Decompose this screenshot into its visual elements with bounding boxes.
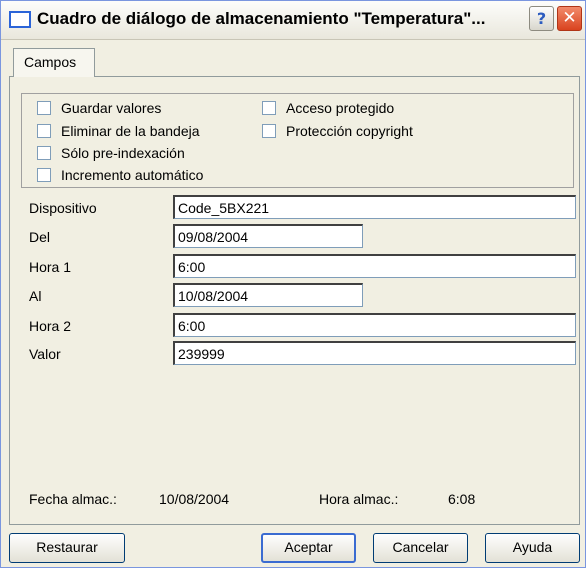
hora1-label: Hora 1 <box>29 259 72 275</box>
tab-campos[interactable]: Campos <box>13 48 95 77</box>
valor-field[interactable]: 239999 <box>173 341 576 365</box>
checkbox-label: Acceso protegido <box>286 100 395 116</box>
storage-dialog: Cuadro de diálogo de almacenamiento "Tem… <box>0 0 586 568</box>
checkbox-box[interactable] <box>37 101 51 115</box>
checkbox-label: Guardar valores <box>61 100 162 116</box>
checkbox-box[interactable] <box>262 124 276 138</box>
checkbox-label: Eliminar de la bandeja <box>61 123 200 139</box>
fecha-almac-label: Fecha almac.: <box>29 491 117 507</box>
al-date-field[interactable]: 10/08/2004 <box>173 283 363 307</box>
checkbox-label: Protección copyright <box>286 123 413 139</box>
checkbox-box[interactable] <box>37 124 51 138</box>
tab-label: Campos <box>24 54 77 70</box>
hora-almac-value: 6:08 <box>448 491 476 507</box>
dispositivo-field[interactable]: Code_5BX221 <box>173 195 576 219</box>
restaurar-button[interactable]: Restaurar <box>9 533 125 563</box>
hora2-label: Hora 2 <box>29 318 72 334</box>
window-title: Cuadro de diálogo de almacenamiento "Tem… <box>37 9 486 28</box>
aceptar-button[interactable]: Aceptar <box>261 533 356 563</box>
checkbox-box[interactable] <box>37 146 51 160</box>
al-label: Al <box>29 288 42 304</box>
del-label: Del <box>29 229 51 245</box>
valor-label: Valor <box>29 346 61 362</box>
fecha-almac-value: 10/08/2004 <box>159 491 230 507</box>
hora-almac-label: Hora almac.: <box>319 491 399 507</box>
checkbox-label: Incremento automático <box>61 167 204 183</box>
help-icon[interactable]: ? <box>529 6 554 31</box>
options-group: Guardar valores Eliminar de la bandeja S… <box>21 93 574 188</box>
hora2-field[interactable]: 6:00 <box>173 313 576 337</box>
cancelar-button[interactable]: Cancelar <box>373 533 468 563</box>
window-icon <box>9 11 31 28</box>
checkbox-box[interactable] <box>262 101 276 115</box>
ayuda-button[interactable]: Ayuda <box>485 533 580 563</box>
del-date-field[interactable]: 09/08/2004 <box>173 224 363 248</box>
dispositivo-label: Dispositivo <box>29 200 97 216</box>
title-bar[interactable]: Cuadro de diálogo de almacenamiento "Tem… <box>1 1 585 40</box>
close-icon[interactable]: ✕ <box>557 6 582 31</box>
checkbox-label: Sólo pre-indexación <box>61 145 185 161</box>
checkbox-box[interactable] <box>37 168 51 182</box>
hora1-field[interactable]: 6:00 <box>173 254 576 278</box>
